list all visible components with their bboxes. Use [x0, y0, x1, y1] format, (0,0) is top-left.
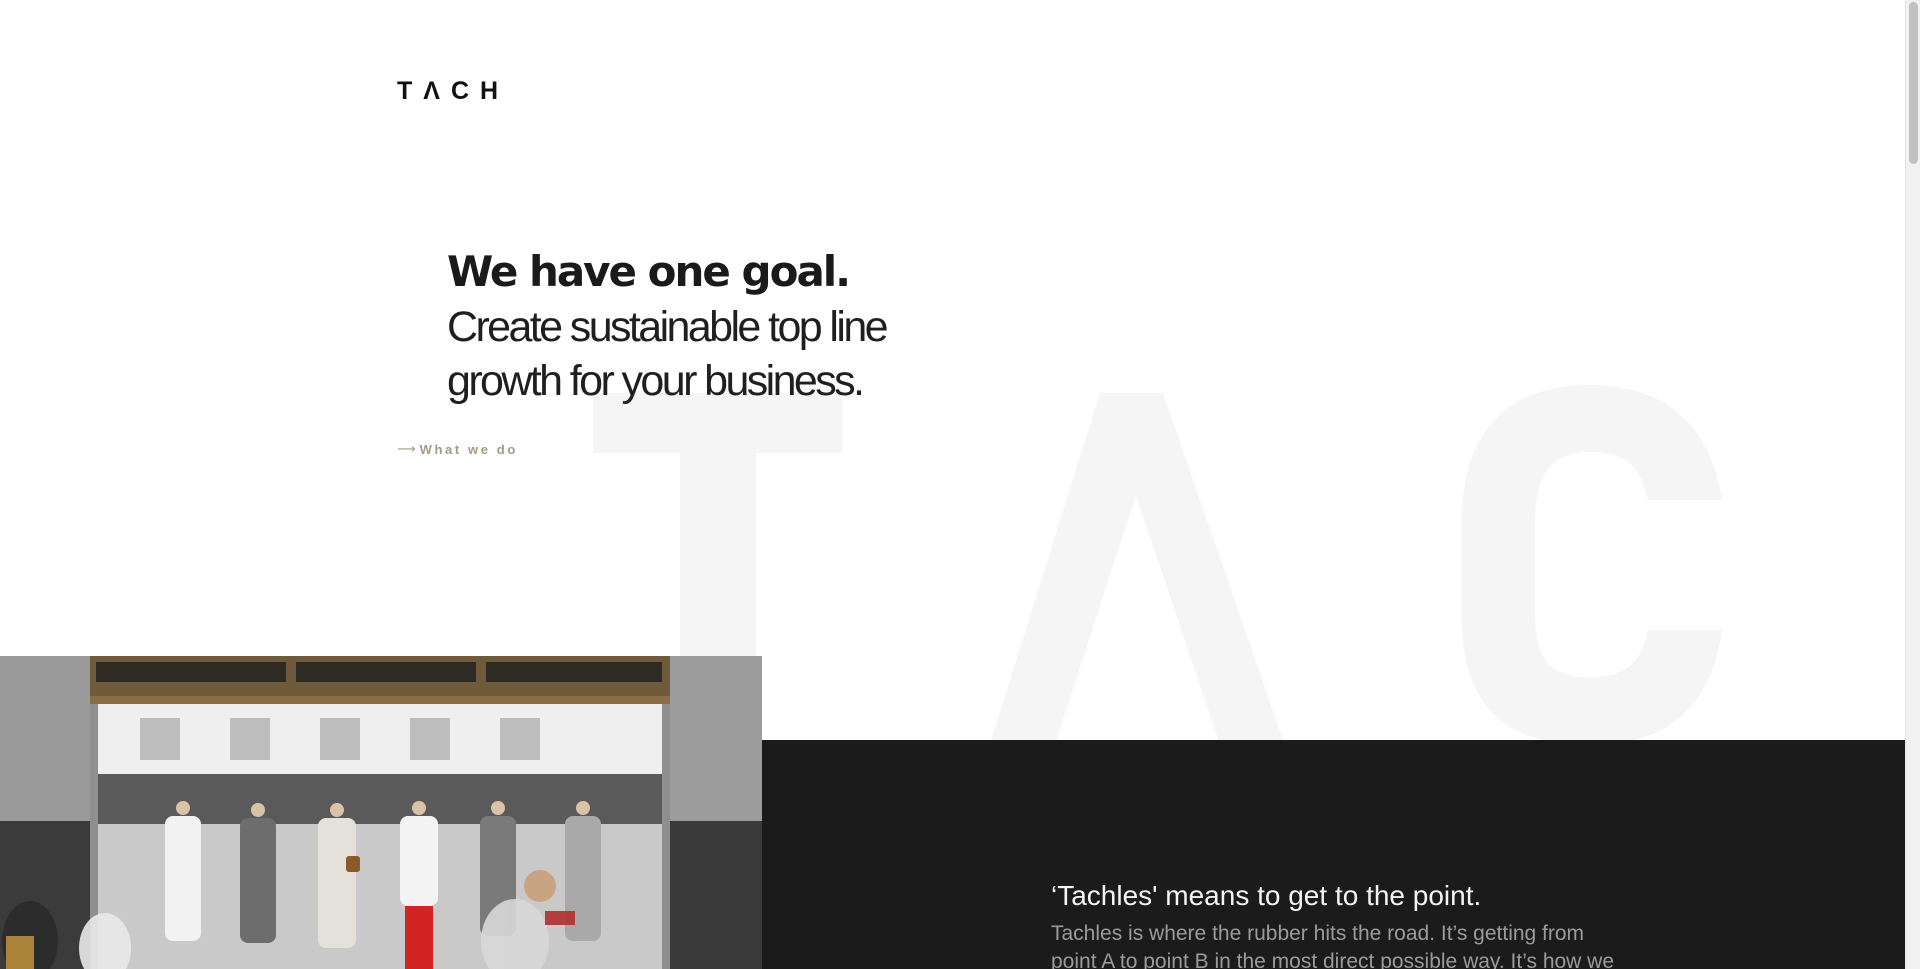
mannequin-coat-1	[165, 801, 201, 941]
watermark-letter-lambda	[985, 393, 1290, 760]
page-scrollbar[interactable]	[1905, 0, 1920, 969]
what-we-do-label: What we do	[419, 442, 518, 457]
brand-logo[interactable]: TΛCH	[397, 74, 509, 108]
arrow-right-icon: ⟶	[397, 442, 416, 457]
mannequin-coat-3	[318, 803, 360, 948]
hero-headline-strong: We have one goal.	[447, 247, 851, 296]
hero-headline-line-2: Create sustainable top line	[447, 303, 889, 351]
mannequin-coat-2	[240, 803, 276, 943]
intro-body: Tachles is where the rubber hits the roa…	[1051, 922, 1615, 969]
what-we-do-link[interactable]: ⟶ What we do	[397, 441, 518, 459]
intro-panel: ‘Tachles' means to get to the point. Tac…	[762, 740, 1905, 969]
hero-headline: We have one goal. Create sustainable top…	[447, 244, 1007, 408]
logo-text: TΛCH	[397, 77, 510, 105]
intro-title: ‘Tachles' means to get to the point.	[1051, 880, 1482, 911]
page: TΛCH We have one goal. Create sustainabl…	[0, 0, 1920, 969]
storefront-photo	[0, 656, 762, 969]
scrollbar-thumb[interactable]	[1909, 2, 1918, 164]
mannequin-coat-4	[400, 801, 438, 969]
storefront-illustration	[0, 656, 762, 969]
watermark-letter-c	[1462, 385, 1722, 745]
hero-headline-line-3: growth for your business.	[447, 357, 865, 405]
